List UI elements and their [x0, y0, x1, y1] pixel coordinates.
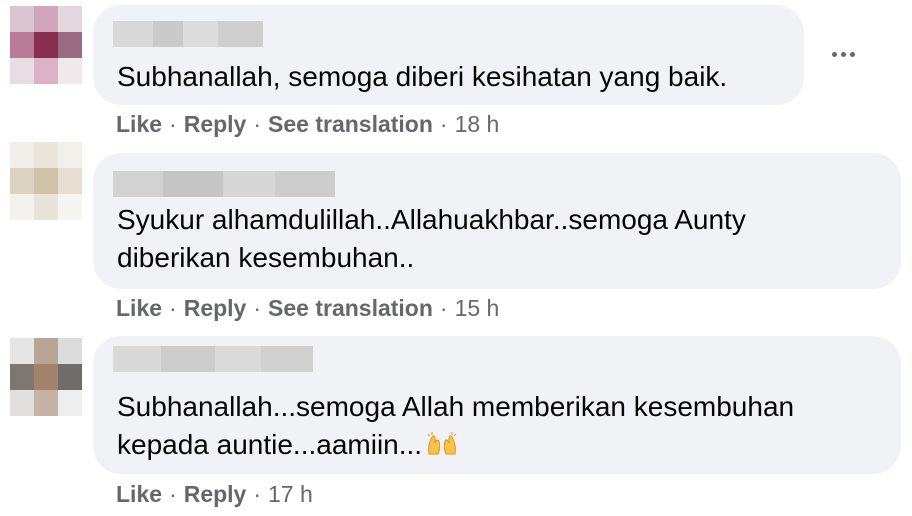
avatar-blurred[interactable] — [10, 142, 82, 220]
comment-bubble: Subhanallah, semoga diberi kesihatan yan… — [93, 5, 804, 105]
commenter-name-blurred[interactable] — [113, 171, 335, 197]
separator: · — [439, 110, 448, 137]
avatar-blurred[interactable] — [10, 338, 82, 416]
comment-text: Syukur alhamdulillah..Allahuakhbar..semo… — [117, 204, 746, 273]
see-translation-link[interactable]: See translation — [268, 295, 433, 322]
separator: · — [253, 110, 262, 137]
timestamp[interactable]: 18 h — [455, 111, 500, 138]
timestamp[interactable]: 15 h — [455, 295, 500, 322]
separator: · — [253, 480, 262, 507]
like-link[interactable]: Like — [116, 481, 162, 508]
like-link[interactable]: Like — [116, 295, 162, 322]
separator: · — [439, 294, 448, 321]
comment-actions: Like · Reply · See translation · 18 h — [116, 110, 499, 138]
commenter-name-blurred[interactable] — [113, 346, 313, 372]
reply-link[interactable]: Reply — [184, 295, 247, 322]
comment-text: Subhanallah...semoga Allah memberikan ke… — [117, 388, 794, 464]
timestamp[interactable]: 17 h — [268, 481, 313, 508]
see-translation-link[interactable]: See translation — [268, 111, 433, 138]
avatar-blurred[interactable] — [10, 6, 82, 84]
reply-link[interactable]: Reply — [184, 481, 247, 508]
reply-link[interactable]: Reply — [184, 111, 247, 138]
separator: · — [169, 480, 177, 507]
raising-hands-emoji — [426, 428, 458, 455]
separator: · — [253, 294, 262, 321]
comment-bubble: Syukur alhamdulillah..Allahuakhbar..semo… — [93, 153, 901, 289]
comment-bubble: Subhanallah...semoga Allah memberikan ke… — [93, 336, 901, 474]
separator: · — [169, 294, 177, 321]
comment-text: Subhanallah, semoga diberi kesihatan yan… — [117, 61, 728, 92]
more-options-icon[interactable] — [826, 42, 860, 66]
comment-actions: Like · Reply · 17 h — [116, 480, 313, 508]
comment-actions: Like · Reply · See translation · 15 h — [116, 294, 499, 322]
commenter-name-blurred[interactable] — [113, 21, 263, 47]
separator: · — [169, 110, 177, 137]
like-link[interactable]: Like — [116, 111, 162, 138]
